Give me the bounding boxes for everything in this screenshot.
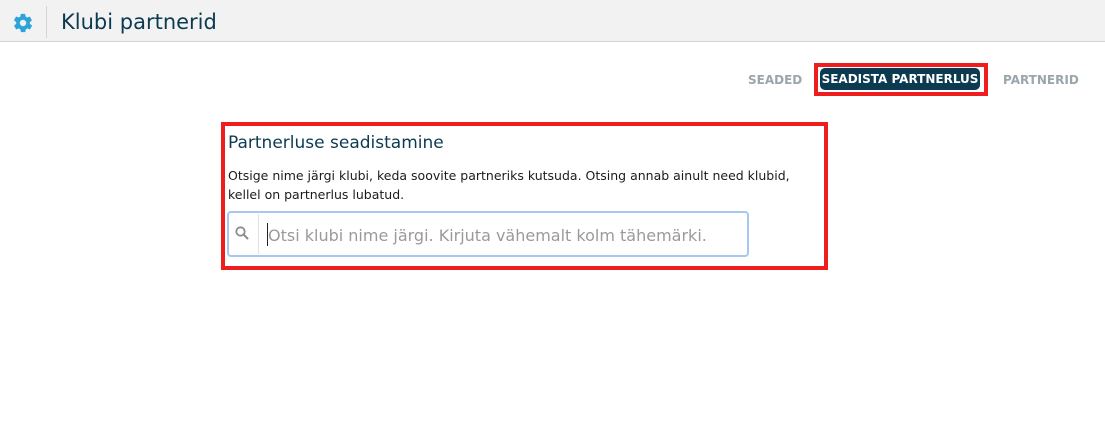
- search-icon: [235, 226, 249, 240]
- app-header: Klubi partnerid: [0, 0, 1105, 42]
- page: Klubi partnerid SEADED SEADISTA PARTNERL…: [0, 0, 1105, 435]
- tab-setup-partnership[interactable]: SEADISTA PARTNERLUS: [820, 68, 980, 90]
- tab-partners[interactable]: PARTNERID: [1003, 73, 1079, 87]
- text-caret: [267, 223, 268, 246]
- page-title: Klubi partnerid: [61, 10, 217, 34]
- gear-icon[interactable]: [12, 12, 34, 34]
- search-divider: [258, 214, 259, 254]
- panel-description: Otsige nime järgi klubi, keda soovite pa…: [228, 168, 790, 202]
- header-divider: [46, 6, 47, 38]
- tab-settings[interactable]: SEADED: [748, 73, 802, 87]
- search-input[interactable]: [266, 222, 742, 248]
- panel-title: Partnerluse seadistamine: [228, 133, 444, 153]
